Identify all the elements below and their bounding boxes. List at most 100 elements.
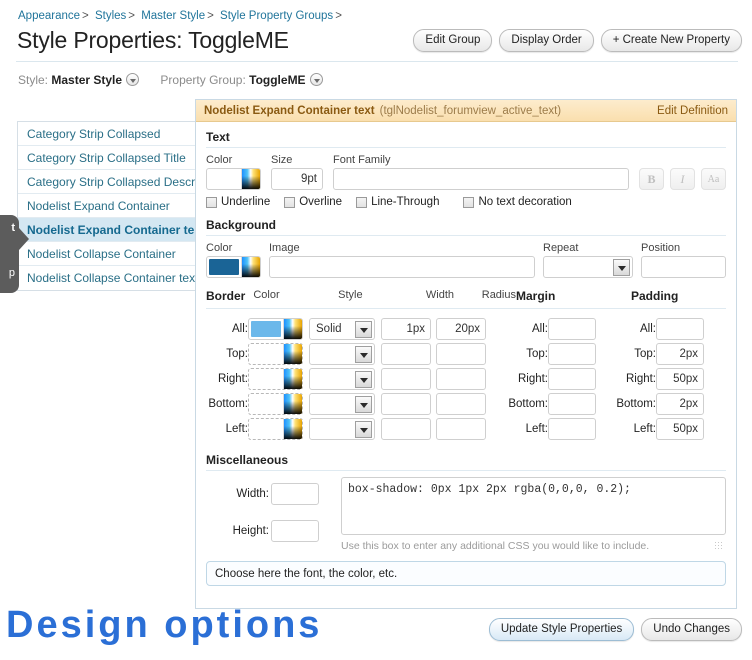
checkbox-icon[interactable] [356,196,368,208]
misc-width-input[interactable] [271,483,319,506]
margin-right-label: Right: [517,373,548,385]
custom-css-textarea[interactable]: box-shadow: 0px 1px 2px rgba(0,0,0, 0.2)… [341,477,726,535]
update-style-properties-button[interactable]: Update Style Properties [488,618,635,641]
border-all-color-swatch[interactable] [248,318,303,340]
resize-handle-icon[interactable] [714,541,722,549]
misc-width-label: Width: [236,488,269,501]
breadcrumb-item-styles[interactable]: Styles [95,10,126,22]
border-right-color-swatch[interactable] [248,368,303,390]
breadcrumb-item-appearance[interactable]: Appearance [18,10,80,22]
margin-grid: All: Top: Right: Bottom: Left: [496,315,596,443]
padding-top-input[interactable] [656,343,704,365]
underline-checkbox[interactable]: Underline [206,196,270,208]
border-all-width-input[interactable] [381,318,431,340]
border-bottom-style-select[interactable] [309,393,375,415]
breadcrumb-item-style-property-groups[interactable]: Style Property Groups [220,10,333,22]
background-position-input[interactable] [641,256,726,278]
margin-top-input[interactable] [548,343,596,365]
overline-checkbox[interactable]: Overline [284,196,342,208]
margin-right-input[interactable] [548,368,596,390]
margin-all-input[interactable] [548,318,596,340]
text-decoration-row: Underline Overline Line-Through No text … [206,196,726,208]
italic-button[interactable]: I [670,168,695,190]
background-position-label: Position [641,242,681,254]
border-top-width-input[interactable] [381,343,431,365]
margin-left-label: Left: [525,423,548,435]
chevron-down-icon[interactable] [355,346,372,363]
color-picker-icon[interactable] [241,257,260,277]
border-right-width-input[interactable] [381,368,431,390]
chevron-down-icon[interactable] [355,396,372,413]
padding-all-input[interactable] [656,318,704,340]
color-picker-icon[interactable] [283,344,302,364]
chevron-down-icon[interactable] [309,73,323,86]
margin-all-label: All: [532,323,548,335]
list-item[interactable]: Nodelist Collapse Container [18,242,196,266]
border-left-style-select[interactable] [309,418,375,440]
display-order-button[interactable]: Display Order [499,29,594,52]
background-color-swatch[interactable] [206,256,261,278]
chevron-down-icon[interactable] [355,421,372,438]
color-picker-icon[interactable] [283,419,302,439]
list-item[interactable]: Category Strip Collapsed [18,122,196,146]
margin-left-input[interactable] [548,418,596,440]
border-left-radius-input[interactable] [436,418,486,440]
list-item[interactable]: Nodelist Expand Container [18,194,196,218]
checkbox-icon[interactable] [284,196,296,208]
border-right-radius-input[interactable] [436,368,486,390]
edit-definition-link[interactable]: Edit Definition [657,100,728,122]
list-item[interactable]: Category Strip Collapsed Title [18,146,196,170]
background-image-input[interactable] [269,256,535,278]
border-bottom-color-swatch[interactable] [248,393,303,415]
undo-changes-button[interactable]: Undo Changes [641,618,742,641]
border-section-heading: Border [206,289,246,303]
color-picker-icon[interactable] [283,394,302,414]
border-all-style-select[interactable]: Solid [309,318,375,340]
margin-bottom-input[interactable] [548,393,596,415]
border-left-color-swatch[interactable] [248,418,303,440]
chevron-down-icon[interactable] [613,259,630,276]
border-top-radius-input[interactable] [436,343,486,365]
checkbox-icon[interactable] [463,196,475,208]
chevron-down-icon[interactable] [355,321,372,338]
checkbox-icon[interactable] [206,196,217,208]
padding-left-input[interactable] [656,418,704,440]
text-style-buttons: B I Aa [639,168,726,190]
side-tab[interactable]: t p [0,215,19,293]
list-item-selected[interactable]: Nodelist Expand Container te... [18,218,196,242]
color-picker-icon[interactable] [283,369,302,389]
text-size-input[interactable] [271,168,323,190]
bold-button[interactable]: B [639,168,664,190]
padding-bottom-input[interactable] [656,393,704,415]
border-bottom-radius-input[interactable] [436,393,486,415]
chevron-down-icon[interactable] [355,371,372,388]
misc-height-input[interactable] [271,519,319,542]
border-bottom-width-input[interactable] [381,393,431,415]
border-top-label: Top: [226,348,248,360]
list-item[interactable]: Category Strip Collapsed Descr... [18,170,196,194]
no-text-decoration-checkbox[interactable]: No text decoration [463,196,572,208]
padding-right-input[interactable] [656,368,704,390]
edit-group-button[interactable]: Edit Group [413,29,493,52]
padding-all-label: All: [640,323,656,335]
list-item[interactable]: Nodelist Collapse Container text [18,266,196,290]
border-top-color-swatch[interactable] [248,343,303,365]
line-through-checkbox[interactable]: Line-Through [356,196,439,208]
color-picker-icon[interactable] [283,319,302,339]
border-top-color-fill [251,346,281,362]
text-color-swatch[interactable] [206,168,261,190]
panel-body: Text Color Size Font Family [196,122,736,586]
border-style-column-header: Style [338,289,363,301]
background-repeat-select[interactable] [543,256,633,278]
background-repeat-value [544,261,550,273]
border-all-radius-input[interactable] [436,318,486,340]
border-right-style-select[interactable] [309,368,375,390]
color-picker-icon[interactable] [241,169,260,189]
create-new-property-button[interactable]: + Create New Property [600,29,742,52]
border-top-style-select[interactable] [309,343,375,365]
border-left-width-input[interactable] [381,418,431,440]
breadcrumb-item-master-style[interactable]: Master Style [141,10,205,22]
chevron-down-icon[interactable] [126,73,140,86]
font-family-input[interactable] [333,168,629,190]
text-transform-button[interactable]: Aa [701,168,726,190]
